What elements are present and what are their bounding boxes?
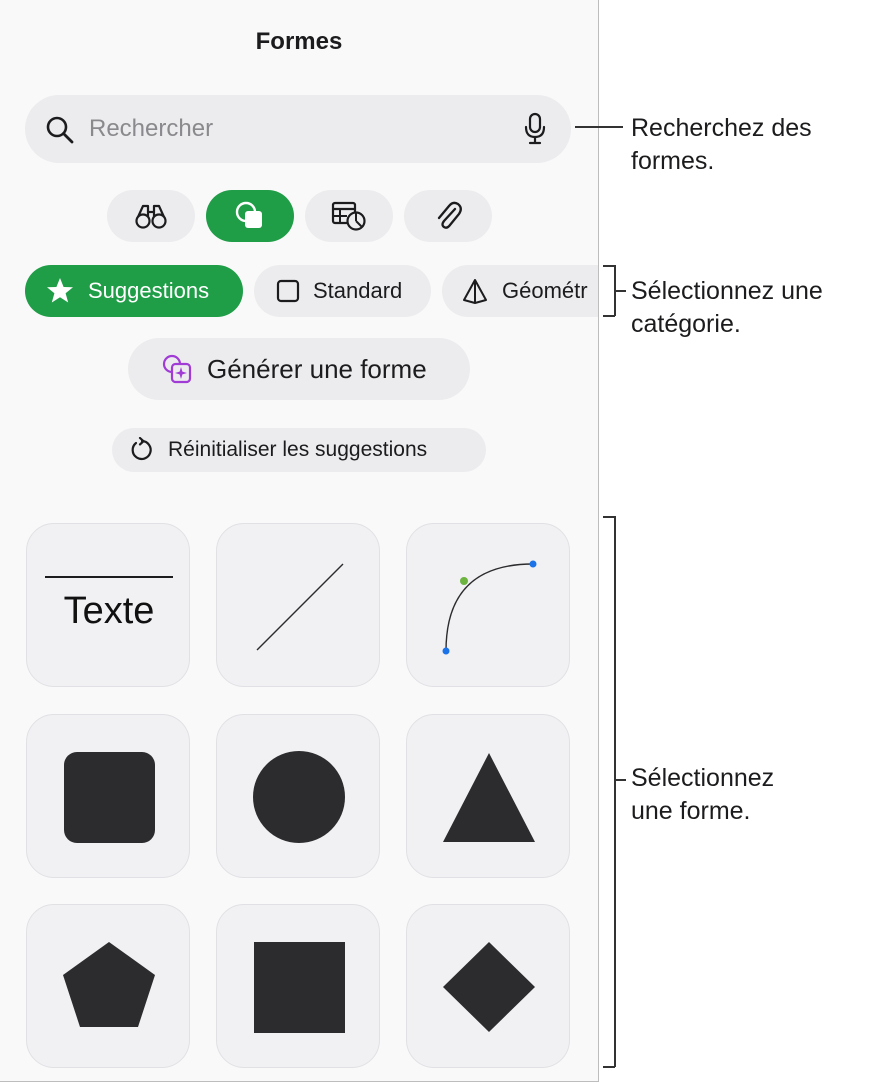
shape-tile-triangle[interactable] [406,714,570,878]
category-label: Standard [313,278,403,303]
search-field[interactable]: Rechercher [25,95,571,163]
callout-leader-search [575,126,623,128]
mode-button-media[interactable] [107,190,195,242]
text-box-label: Texte [63,590,155,632]
shape-tile-diamond[interactable] [406,904,570,1068]
category-label: Suggestions [88,278,210,303]
generate-shape-button[interactable]: Générer une forme [128,338,470,400]
pyramid-icon [463,279,487,304]
square-outline-icon [276,279,300,303]
triangle-shape-icon [443,753,535,842]
shape-tile-circle[interactable] [216,714,380,878]
star-icon [47,278,73,303]
microphone-icon[interactable] [523,112,547,146]
diamond-shape-icon [443,942,535,1032]
callout-bracket-category-bottom [603,315,615,317]
generate-shape-label: Générer une forme [207,353,427,384]
callout-shape: Sélectionnez une forme. [631,762,774,828]
callout-shape-line-1: Sélectionnez [631,764,775,792]
table-chart-icon [331,201,366,231]
reset-suggestions-label: Réinitialiser les suggestions [168,438,428,461]
shape-tile-pentagon[interactable] [26,904,190,1068]
callout-category-line-1: Sélectionnez une [631,277,823,305]
shape-tile-rounded-square[interactable] [26,714,190,878]
shape-tile-square[interactable] [216,904,380,1068]
category-chip-geometrie[interactable]: Géométr [442,265,598,317]
shapes-icon [235,201,262,228]
shape-tile-curve[interactable] [406,523,570,687]
magnifier-icon [46,116,74,144]
mode-button-shapes[interactable] [206,190,294,242]
category-chip-standard[interactable]: Standard [254,265,431,317]
mode-button-table-chart[interactable] [305,190,393,242]
shapes-panel: Formes Rechercher Suggestions Standard G… [0,0,599,1082]
sparkle-shapes-icon [162,354,192,384]
callout-category: Sélectionnez une catégorie. [631,275,823,341]
callout-bracket-shape-side [614,516,616,1067]
callout-search: Recherchez des formes. [631,112,812,178]
panel-title: Formes [255,28,343,55]
callout-leader-shape [614,779,626,781]
callout-leader-category [614,290,626,292]
shape-tile-text[interactable]: Texte [26,523,190,687]
mode-button-attachments[interactable] [404,190,492,242]
curve-shape-icon [442,560,537,655]
callout-category-line-2: catégorie. [631,310,741,338]
circle-shape-icon [253,751,345,843]
shape-tile-line[interactable] [216,523,380,687]
callout-search-line-2: formes. [631,147,715,175]
square-shape-icon [254,942,345,1033]
paperclip-icon [437,201,462,229]
reset-suggestions-button[interactable]: Réinitialiser les suggestions [112,428,486,472]
callout-bracket-shape-bottom [603,1066,615,1068]
search-placeholder: Rechercher [89,115,214,142]
category-label: Géométr [502,278,588,303]
text-box-rule [45,576,173,578]
rounded-square-shape-icon [64,752,155,843]
reset-arrow-icon [131,437,152,461]
line-shape-icon [256,563,344,651]
callout-search-line-1: Recherchez des [631,114,812,142]
category-chip-suggestions[interactable]: Suggestions [25,265,243,317]
pentagon-shape-icon [63,942,155,1027]
callout-shape-line-2: une forme. [631,797,751,825]
binoculars-icon [135,204,167,229]
